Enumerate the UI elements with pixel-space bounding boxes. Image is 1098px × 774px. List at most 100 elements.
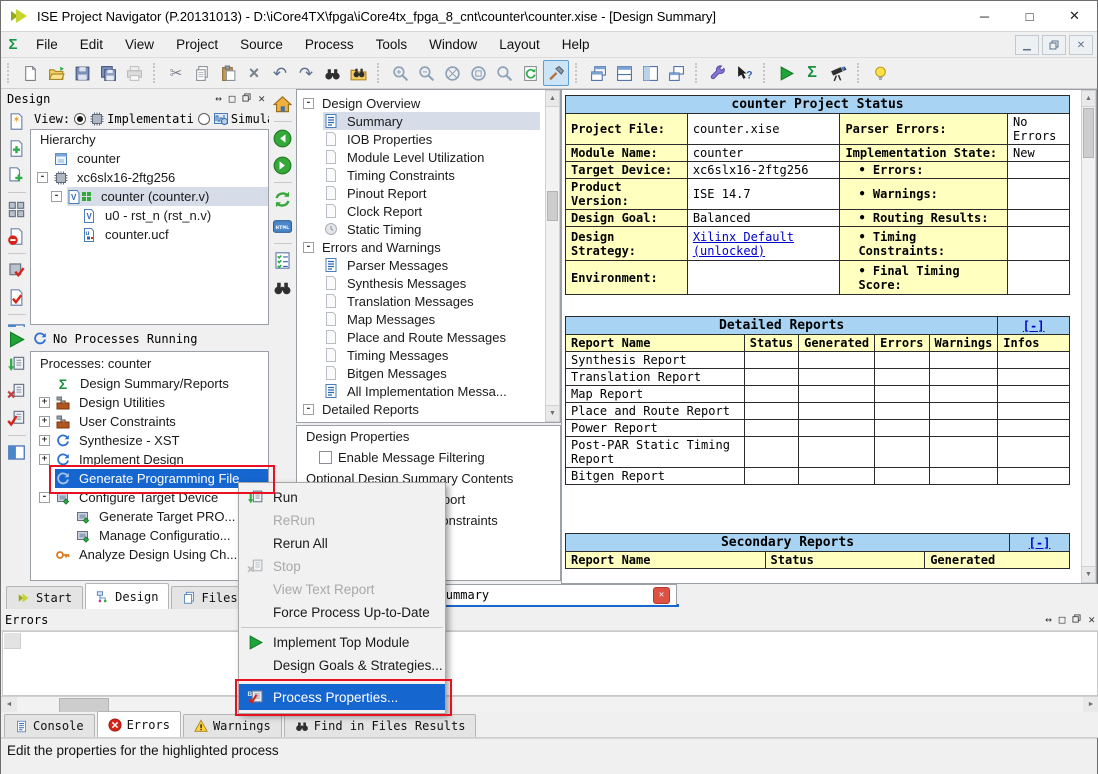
node-parser-messages[interactable]: Parser Messages (297, 256, 560, 274)
tile-vertically-icon[interactable] (637, 60, 663, 86)
search-results-icon[interactable] (273, 278, 292, 297)
node-pinout-report[interactable]: Pinout Report (297, 184, 560, 202)
new-source-icon[interactable]: ✶ (7, 112, 26, 131)
errors-output-area[interactable] (2, 631, 1098, 696)
node-errors-and-warnings[interactable]: -Errors and Warnings (297, 238, 560, 256)
mdi-restore-button[interactable] (1042, 35, 1066, 55)
menu-process[interactable]: Process (294, 32, 365, 57)
menu-source[interactable]: Source (229, 32, 294, 57)
toolbox-icon[interactable] (543, 60, 569, 86)
process-synthesize[interactable]: + Synthesize - XST (31, 431, 268, 450)
node-iob-properties[interactable]: IOB Properties (297, 130, 560, 148)
menu-item-force-up-to-date[interactable]: Force Process Up-to-Date (239, 601, 445, 624)
panel-resize-icon[interactable]: ↔ (1045, 613, 1052, 626)
tab-console[interactable]: Console (4, 714, 95, 737)
node-summary[interactable]: Summary (297, 112, 560, 130)
mdi-minimize-button[interactable]: ▁ (1015, 35, 1039, 55)
panel-maximize-icon[interactable]: □ (229, 92, 236, 105)
close-tab-icon[interactable]: ✕ (653, 587, 670, 604)
find-in-files-icon[interactable] (345, 60, 371, 86)
menu-tools[interactable]: Tools (365, 32, 419, 57)
collapse-section-link[interactable]: [-] (1029, 536, 1051, 550)
open-file-icon[interactable] (43, 60, 69, 86)
restore-windows-icon[interactable] (663, 60, 689, 86)
menu-file[interactable]: File (25, 32, 69, 57)
html-export-icon[interactable]: HTML (273, 217, 292, 236)
node-clock-report[interactable]: Clock Report (297, 202, 560, 220)
menu-item-implement-top-module[interactable]: Implement Top Module (239, 631, 445, 654)
collapse-expander[interactable]: - (51, 191, 62, 202)
zoom-out-icon[interactable] (413, 60, 439, 86)
forward-icon[interactable] (273, 156, 292, 175)
expand-icon[interactable]: + (39, 435, 50, 446)
process-manage-configuration[interactable]: Manage Configuratio... (31, 526, 268, 545)
node-place-route-messages[interactable]: Place and Route Messages (297, 328, 560, 346)
menu-edit[interactable]: Edit (69, 32, 114, 57)
simulation-radio[interactable] (198, 113, 210, 125)
panel-close-icon[interactable]: ✕ (1088, 613, 1095, 626)
panel-close-icon[interactable]: ✕ (258, 92, 265, 105)
node-bitgen-messages[interactable]: Bitgen Messages (297, 364, 560, 382)
panel-resize-icon[interactable]: ↔ (215, 92, 222, 105)
save-all-icon[interactable] (95, 60, 121, 86)
add-source-icon[interactable] (7, 139, 26, 158)
node-detailed-reports[interactable]: -Detailed Reports (297, 400, 560, 418)
close-button[interactable]: ✕ (1052, 1, 1097, 31)
process-analyze-chipscope[interactable]: Analyze Design Using Ch... (31, 545, 268, 564)
stop-process-icon[interactable] (7, 382, 26, 401)
scroll-down-icon[interactable]: ▼ (1082, 566, 1095, 582)
design-strategy-link[interactable]: Xilinx Default (unlocked) (693, 230, 794, 258)
maximize-button[interactable]: □ (1007, 1, 1052, 31)
node-translation-messages[interactable]: Translation Messages (297, 292, 560, 310)
save-icon[interactable] (69, 60, 95, 86)
collapse-section-link[interactable]: [-] (1023, 319, 1045, 333)
node-module-level-utilization[interactable]: Module Level Utilization (297, 148, 560, 166)
copy-icon[interactable] (189, 60, 215, 86)
node-design-overview[interactable]: -Design Overview (297, 94, 560, 112)
collapse-icon[interactable]: - (303, 98, 314, 109)
message-filters-icon[interactable] (273, 251, 292, 270)
process-generate-programming-file[interactable]: Generate Programming File (31, 469, 268, 488)
analyzer-telescope-icon[interactable] (825, 60, 851, 86)
menu-view[interactable]: View (114, 32, 165, 57)
menu-project[interactable]: Project (165, 32, 229, 57)
scroll-left-icon[interactable]: ◄ (1, 697, 17, 712)
mdi-close-button[interactable]: ✕ (1069, 35, 1093, 55)
tab-find-in-files-results[interactable]: Find in Files Results (284, 714, 477, 737)
expand-icon[interactable]: + (39, 397, 50, 408)
tile-horizontally-icon[interactable] (611, 60, 637, 86)
context-help-icon[interactable]: ? (731, 60, 757, 86)
node-all-implementation-messages[interactable]: All Implementation Messa... (297, 382, 560, 400)
scroll-down-icon[interactable]: ▼ (546, 405, 559, 421)
toggle-columns-icon[interactable] (7, 443, 26, 462)
print-icon[interactable] (121, 60, 147, 86)
panel-float-icon[interactable] (242, 92, 251, 105)
node-timing-messages[interactable]: Timing Messages (297, 346, 560, 364)
menu-help[interactable]: Help (551, 32, 601, 57)
tree-item-rst-n[interactable]: V u0 - rst_n (rst_n.v) (31, 206, 268, 225)
menu-item-run[interactable]: Run (239, 486, 445, 509)
run-process-button[interactable] (7, 330, 26, 349)
settings-wrench-icon[interactable] (705, 60, 731, 86)
zoom-full-view-icon[interactable] (439, 60, 465, 86)
tab-errors[interactable]: Errors (97, 711, 181, 737)
tree-item-counter-project[interactable]: counter (31, 149, 268, 168)
tab-start[interactable]: Start (6, 586, 83, 609)
paste-icon[interactable] (215, 60, 241, 86)
collapse-icon[interactable]: - (303, 242, 314, 253)
run-selected-process-icon[interactable] (7, 355, 26, 374)
tree-item-counter-module[interactable]: - V counter (counter.v) (31, 187, 268, 206)
menu-window[interactable]: Window (418, 32, 488, 57)
home-icon[interactable] (273, 95, 292, 114)
scroll-up-icon[interactable]: ▲ (1082, 91, 1095, 107)
process-design-summary[interactable]: Σ Design Summary/Reports (31, 374, 268, 393)
node-timing-constraints[interactable]: Timing Constraints (297, 166, 560, 184)
show-tips-lightbulb-icon[interactable] (867, 60, 893, 86)
redo-icon[interactable]: ↷ (293, 60, 319, 86)
menu-layout[interactable]: Layout (488, 32, 551, 57)
process-implement-design[interactable]: + Implement Design (31, 450, 268, 469)
enable-message-filtering-row[interactable]: Enable Message Filtering (297, 447, 560, 468)
collapse-icon[interactable]: - (303, 404, 314, 415)
undo-icon[interactable]: ↶ (267, 60, 293, 86)
process-generate-target-prom[interactable]: Generate Target PRO... (31, 507, 268, 526)
